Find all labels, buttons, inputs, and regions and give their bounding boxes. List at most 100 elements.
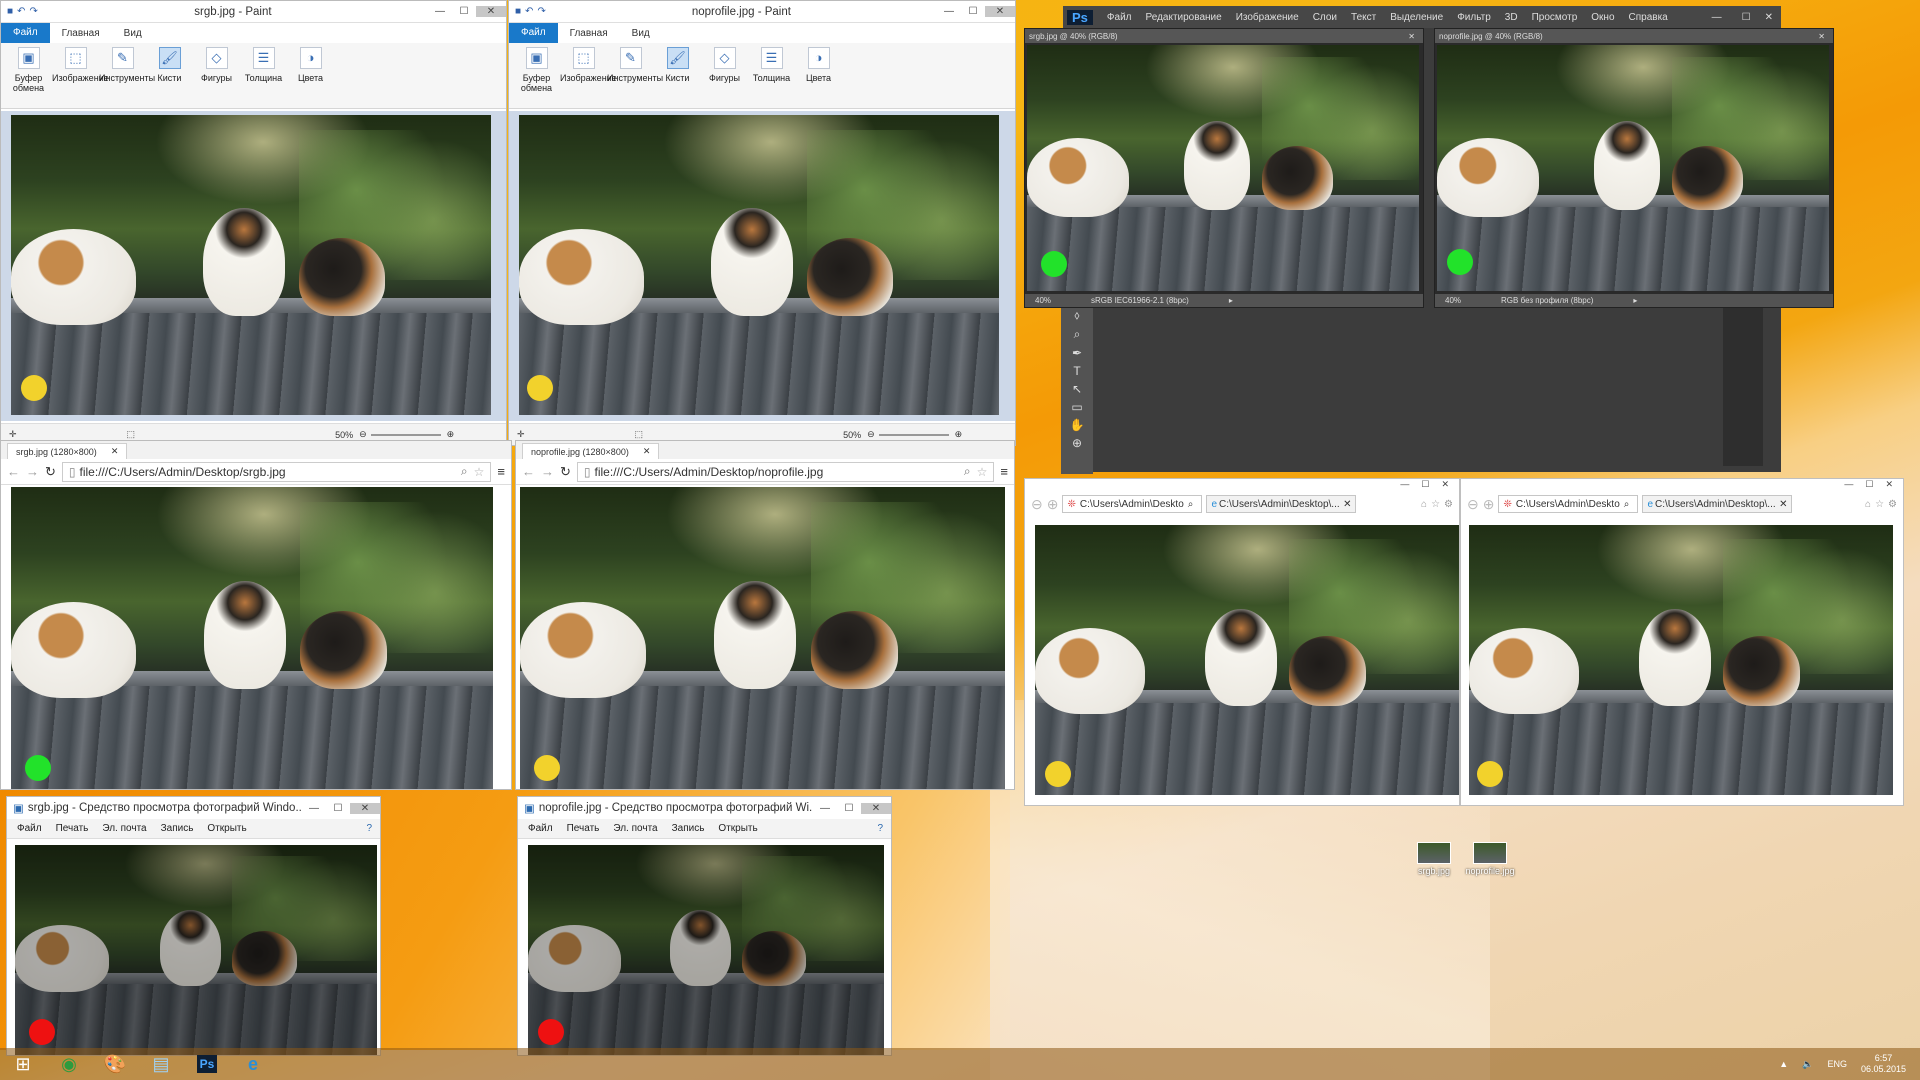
close-button[interactable]: ✕ xyxy=(350,802,380,814)
ribbon-tools-button[interactable]: ✎ Инструменты xyxy=(99,47,155,108)
ps-menu-view[interactable]: Просмотр xyxy=(1532,12,1578,23)
tab-home[interactable]: Главная xyxy=(558,28,620,39)
minimize-button[interactable]: — xyxy=(813,803,837,814)
browser-tab[interactable]: noprofile.jpg (1280×800) ✕ xyxy=(522,443,660,459)
paint-window-srgb[interactable]: ■ ↶ ↷ srgb.jpg - Paint — ☐ ✕ Файл Главная Ви… xyxy=(0,0,507,446)
forward-icon[interactable]: ⊕ xyxy=(1483,496,1495,513)
paint-window-noprofile[interactable]: ■ ↶ ↷ noprofile.jpg - Paint — ☐ ✕ Файл Главн… xyxy=(508,0,1016,446)
minimize-button[interactable]: — xyxy=(937,6,961,17)
close-button[interactable]: ✕ xyxy=(985,6,1015,17)
ribbon-size-button[interactable]: ☰ Толщина xyxy=(748,47,795,108)
menu-print[interactable]: Печать xyxy=(56,823,89,834)
menu-open[interactable]: Открыть xyxy=(718,823,757,834)
tab-file[interactable]: Файл xyxy=(1,23,50,43)
search-icon[interactable]: ⌕ xyxy=(964,464,971,479)
pen-tool-icon[interactable]: ✒ xyxy=(1072,346,1082,360)
title-bar[interactable]: ■ ↶ ↷ noprofile.jpg - Paint — ☐ ✕ xyxy=(509,1,1015,23)
tray-arrow-icon[interactable]: ▲ xyxy=(1779,1059,1788,1069)
star-icon[interactable]: ☆ xyxy=(474,465,485,479)
menu-print[interactable]: Печать xyxy=(567,823,600,834)
ps-menu-filter[interactable]: Фильтр xyxy=(1457,12,1491,23)
zoom-in-button[interactable]: ⊕ xyxy=(955,429,963,440)
ribbon-clipboard-button[interactable]: ▣ Буфер обмена xyxy=(513,47,560,108)
ps-menu-window[interactable]: Окно xyxy=(1591,12,1614,23)
settings-icon[interactable]: ⚙ xyxy=(1444,499,1453,510)
ps-menu-3d[interactable]: 3D xyxy=(1505,12,1518,23)
status-menu-arrow-icon[interactable]: ▸ xyxy=(1229,296,1233,305)
address-bar[interactable]: ❊ C:\Users\Admin\Deskto ⌕ xyxy=(1498,495,1639,513)
ribbon-tools-button[interactable]: ✎ Инструменты xyxy=(607,47,663,108)
ie-tab[interactable]: e C:\Users\Admin\Desktop\... ✕ xyxy=(1206,495,1357,513)
ie-window-noprofile[interactable]: — ☐ ✕ ⊖ ⊕ ❊ C:\Users\Admin\Deskto ⌕ e C:\User… xyxy=(1460,478,1904,806)
menu-email[interactable]: Эл. почта xyxy=(102,823,146,834)
ribbon-brushes-button[interactable]: 🖌 Кисти xyxy=(146,47,193,108)
undo-icon[interactable]: ↶ xyxy=(525,6,533,17)
menu-burn[interactable]: Запись xyxy=(672,823,705,834)
tab-file[interactable]: Файл xyxy=(509,23,558,43)
clock[interactable]: 6:57 06.05.2015 xyxy=(1861,1053,1906,1075)
ps-document-noprofile[interactable]: noprofile.jpg @ 40% (RGB/8) ✕ 40% RGB без … xyxy=(1434,28,1834,308)
address-bar[interactable]: ▯ file:///C:/Users/Admin/Desktop/noprofil… xyxy=(576,461,995,482)
help-icon[interactable]: ? xyxy=(366,823,372,834)
menu-icon[interactable]: ≡ xyxy=(1000,464,1008,479)
ps-menu-layers[interactable]: Слои xyxy=(1313,12,1337,23)
close-button[interactable]: ✕ xyxy=(1885,479,1893,491)
ribbon-clipboard-button[interactable]: ▣ Буфер обмена xyxy=(5,47,52,108)
desktop-icon-noprofile[interactable]: noprofile.jpg xyxy=(1464,842,1516,876)
favorites-icon[interactable]: ☆ xyxy=(1875,499,1884,510)
ie-tab[interactable]: e C:\Users\Admin\Desktop\... ✕ xyxy=(1642,495,1793,513)
minimize-button[interactable]: — xyxy=(1844,479,1853,491)
path-select-tool-icon[interactable]: ↖ xyxy=(1072,382,1082,396)
minimize-button[interactable]: — xyxy=(1712,12,1722,23)
reload-icon[interactable]: ↻ xyxy=(45,464,56,480)
zoom-out-button[interactable]: ⊖ xyxy=(359,429,367,440)
language-indicator[interactable]: ENG xyxy=(1827,1059,1847,1069)
tab-close-icon[interactable]: ✕ xyxy=(1779,499,1787,510)
ribbon-brushes-button[interactable]: 🖌 Кисти xyxy=(654,47,701,108)
zoom-icon[interactable]: ⊕ xyxy=(1072,436,1082,450)
maximize-button[interactable]: ☐ xyxy=(961,6,985,17)
back-icon[interactable]: ⊖ xyxy=(1467,496,1479,513)
home-icon[interactable]: ⌂ xyxy=(1421,499,1427,510)
minimize-button[interactable]: — xyxy=(1400,479,1409,491)
dropper-tool-icon[interactable]: ⬨ xyxy=(1074,308,1079,323)
search-icon[interactable]: ⌕ xyxy=(1188,499,1194,510)
menu-burn[interactable]: Запись xyxy=(161,823,194,834)
menu-email[interactable]: Эл. почта xyxy=(613,823,657,834)
reload-icon[interactable]: ↻ xyxy=(560,464,571,480)
tab-close-icon[interactable]: ✕ xyxy=(643,446,651,457)
ps-menu-file[interactable]: Файл xyxy=(1107,12,1132,23)
zoom-slider[interactable] xyxy=(370,433,441,436)
search-icon[interactable]: ⌕ xyxy=(461,464,468,479)
zoom-tool-icon[interactable]: ⌕ xyxy=(1074,327,1081,342)
ribbon-colors-button[interactable]: ◑ Цвета xyxy=(287,47,334,108)
menu-file[interactable]: Файл xyxy=(17,823,42,834)
title-bar[interactable]: ▣ srgb.jpg - Средство просмотра фотограф… xyxy=(7,797,380,819)
minimize-button[interactable]: — xyxy=(428,6,452,17)
redo-icon[interactable]: ↷ xyxy=(537,6,545,17)
back-icon[interactable]: ← xyxy=(522,464,535,479)
document-tab[interactable]: noprofile.jpg @ 40% (RGB/8) ✕ xyxy=(1435,29,1833,43)
settings-icon[interactable]: ⚙ xyxy=(1888,499,1897,510)
zoom-in-button[interactable]: ⊕ xyxy=(447,429,455,440)
tab-home[interactable]: Главная xyxy=(50,28,112,39)
menu-file[interactable]: Файл xyxy=(528,823,553,834)
ie-window-srgb[interactable]: — ☐ ✕ ⊖ ⊕ ❊ C:\Users\Admin\Deskto ⌕ e C:\User… xyxy=(1024,478,1460,806)
menu-open[interactable]: Открыть xyxy=(207,823,246,834)
maximize-button[interactable]: ☐ xyxy=(1742,12,1751,23)
close-icon[interactable]: ✕ xyxy=(1408,32,1415,41)
zoom-slider[interactable] xyxy=(878,433,949,436)
ps-menu-select[interactable]: Выделение xyxy=(1390,12,1443,23)
help-icon[interactable]: ? xyxy=(877,823,883,834)
taskbar-ie-button[interactable]: e xyxy=(230,1048,276,1080)
tab-close-icon[interactable]: ✕ xyxy=(1343,499,1351,510)
taskbar-chrome-button[interactable]: ◉ xyxy=(46,1048,92,1080)
ps-menu-type[interactable]: Текст xyxy=(1351,12,1376,23)
search-icon[interactable]: ⌕ xyxy=(1624,499,1630,510)
taskbar-photoshop-button[interactable]: Ps xyxy=(184,1048,230,1080)
desktop-icon-srgb[interactable]: srgb.jpg xyxy=(1408,842,1460,876)
close-button[interactable]: ✕ xyxy=(1765,12,1773,23)
address-bar[interactable]: ▯ file:///C:/Users/Admin/Desktop/srgb.jpg… xyxy=(61,461,492,482)
favorites-icon[interactable]: ☆ xyxy=(1431,499,1440,510)
ribbon-shapes-button[interactable]: ◇ Фигуры xyxy=(193,47,240,108)
